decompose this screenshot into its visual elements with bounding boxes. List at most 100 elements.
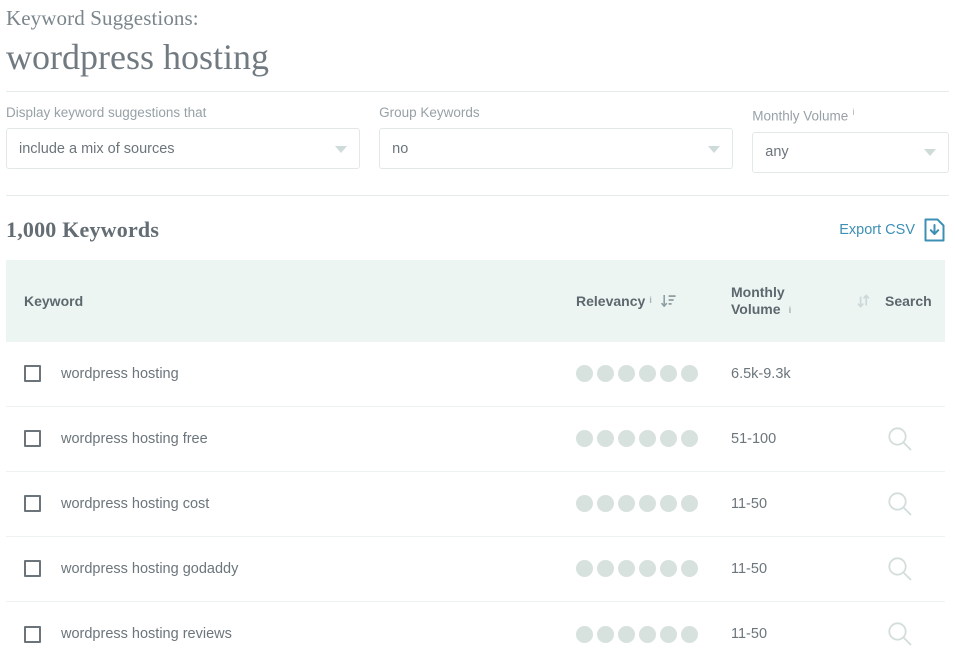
relevancy-dot (597, 365, 614, 382)
search-icon[interactable] (885, 489, 915, 519)
export-csv-button[interactable]: Export CSV (839, 218, 945, 242)
monthly-volume-cell: 11-50 (731, 561, 841, 577)
monthly-volume-text: 51-100 (731, 430, 777, 447)
keyword-text: wordpress hosting free (61, 430, 208, 447)
relevancy-dot (576, 625, 593, 643)
filter-group-keywords-label-text: Group Keywords (379, 105, 480, 120)
search-cell (885, 554, 945, 584)
filter-monthly-volume-label-text: Monthly Volume (752, 108, 849, 124)
column-header-relevancy[interactable]: Relevancy i (576, 293, 731, 309)
filter-sources-select[interactable]: include a mix of sources (6, 128, 361, 169)
relevancy-dot (639, 365, 656, 382)
row-checkbox[interactable] (24, 365, 41, 382)
filter-sources-value: include a mix of sources (19, 140, 175, 157)
relevancy-dot (597, 430, 614, 447)
column-header-monthly-volume-line2: Volume (731, 300, 781, 317)
filter-sources-label: Display keyword suggestions that (6, 104, 360, 122)
relevancy-dot (618, 560, 635, 577)
keywords-table: Keyword Relevancy i Monthly Volume i Sea… (6, 259, 945, 667)
filter-group-keywords-label: Group Keywords (379, 104, 733, 122)
keyword-cell: wordpress hosting (6, 365, 576, 382)
relevancy-dot (576, 365, 593, 382)
relevancy-dot (639, 495, 656, 512)
monthly-volume-sort-button[interactable] (841, 293, 885, 309)
filter-sources: Display keyword suggestions that include… (6, 104, 361, 173)
keyword-cell: wordpress hosting reviews (6, 625, 576, 643)
sort-descending-icon[interactable] (661, 293, 677, 309)
relevancy-dot (618, 495, 635, 512)
column-header-monthly-volume[interactable]: Monthly Volume i (731, 284, 841, 318)
monthly-volume-text: 6.5k-9.3k (731, 365, 791, 382)
search-cell (885, 489, 945, 519)
chevron-down-icon (708, 145, 721, 153)
relevancy-dot (660, 430, 677, 447)
relevancy-dot (660, 560, 677, 577)
relevancy-dot (681, 495, 698, 512)
relevancy-dot (618, 625, 635, 643)
filter-monthly-volume: Monthly Volume i any (752, 104, 949, 173)
search-icon[interactable] (885, 424, 915, 454)
relevancy-dot (660, 625, 677, 643)
filter-group-keywords-value: no (392, 140, 409, 157)
relevancy-cell (576, 560, 731, 577)
monthly-volume-cell: 51-100 (731, 431, 841, 447)
table-row: wordpress hosting 6.5k-9.3k (6, 341, 945, 407)
keyword-text: wordpress hosting (61, 365, 179, 382)
table-row: wordpress hosting free 51-100 (6, 406, 945, 472)
relevancy-dot (576, 430, 593, 447)
relevancy-dot (639, 560, 656, 577)
search-icon[interactable] (885, 554, 915, 584)
info-icon[interactable]: i (789, 305, 792, 316)
filter-monthly-volume-label: Monthly Volume i (752, 104, 949, 126)
column-header-monthly-volume-line1: Monthly (731, 283, 785, 300)
chevron-down-icon (923, 149, 936, 156)
relevancy-dot (660, 365, 677, 382)
keyword-suggestions-page: Keyword Suggestions: wordpress hosting D… (0, 0, 955, 668)
relevancy-dot (660, 495, 677, 512)
filter-bar: Display keyword suggestions that include… (0, 92, 955, 173)
row-checkbox[interactable] (24, 560, 41, 577)
relevancy-dot (597, 560, 614, 577)
download-file-icon (924, 218, 945, 241)
row-checkbox[interactable] (24, 430, 41, 447)
column-header-keyword-label: Keyword (24, 292, 84, 309)
row-checkbox[interactable] (24, 625, 41, 643)
keyword-text: wordpress hosting reviews (61, 626, 232, 642)
results-count: 1,000 Keywords (6, 216, 160, 242)
search-cell (885, 424, 945, 454)
relevancy-dot (681, 430, 698, 447)
search-icon[interactable] (885, 619, 915, 649)
filter-group-keywords-select[interactable]: no (379, 128, 734, 169)
page-title: wordpress hosting (6, 37, 269, 77)
keyword-text: wordpress hosting cost (61, 495, 210, 512)
monthly-volume-text: 11-50 (731, 495, 768, 512)
relevancy-dot (576, 560, 593, 577)
filter-monthly-volume-select[interactable]: any (752, 131, 949, 173)
relevancy-dot (681, 625, 698, 643)
relevancy-dot (681, 365, 698, 382)
keyword-cell: wordpress hosting cost (6, 495, 576, 512)
monthly-volume-text: 11-50 (731, 626, 768, 642)
relevancy-cell (576, 625, 731, 643)
relevancy-cell (576, 430, 731, 447)
info-icon[interactable]: i (649, 295, 652, 306)
table-row: wordpress hosting godaddy 11-50 (6, 536, 945, 602)
search-cell (885, 619, 945, 649)
relevancy-dot (576, 495, 593, 512)
relevancy-dot (597, 625, 614, 643)
monthly-volume-cell: 6.5k-9.3k (731, 366, 841, 382)
relevancy-cell (576, 365, 731, 382)
table-row: wordpress hosting reviews 11-50 (6, 601, 945, 667)
table-row: wordpress hosting cost 11-50 (6, 471, 945, 537)
chevron-down-icon (335, 145, 348, 153)
keyword-cell: wordpress hosting free (6, 430, 576, 447)
relevancy-dot (618, 430, 635, 447)
keyword-text: wordpress hosting godaddy (61, 560, 239, 577)
row-checkbox[interactable] (24, 495, 41, 512)
column-header-keyword[interactable]: Keyword (6, 293, 576, 309)
filter-sources-label-text: Display keyword suggestions that (6, 105, 207, 120)
info-icon[interactable]: i (852, 107, 854, 118)
sort-unsorted-icon (857, 294, 869, 307)
column-header-relevancy-label: Relevancy (576, 292, 646, 309)
relevancy-dot (639, 625, 656, 643)
